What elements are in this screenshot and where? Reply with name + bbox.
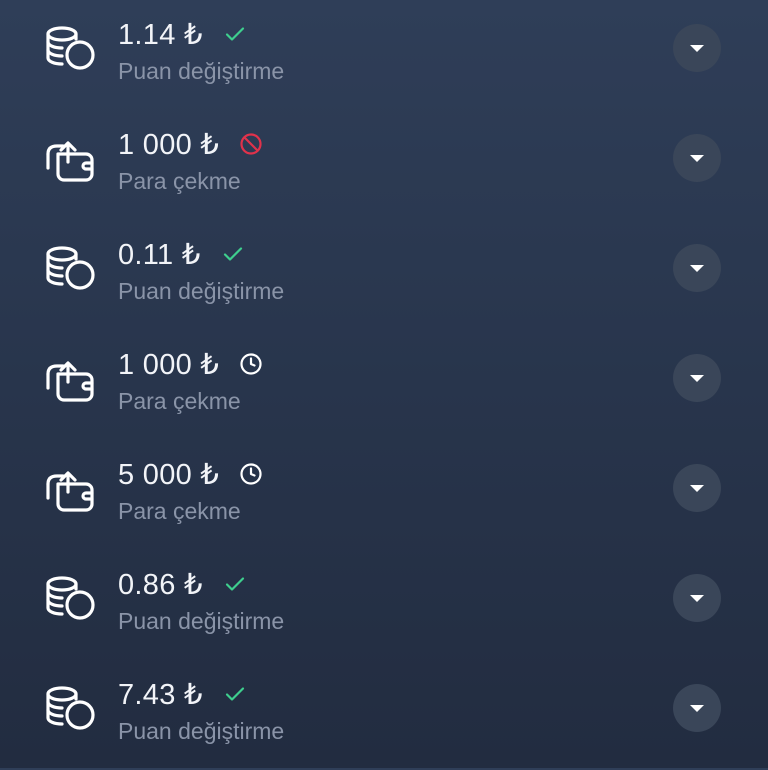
transaction-type: Puan değiştirme <box>118 278 285 304</box>
clock-icon <box>239 462 263 486</box>
transaction-amount: 0.86 ₺ <box>118 568 203 601</box>
expand-button[interactable] <box>673 244 721 292</box>
amount-row: 5 000 ₺ <box>118 454 263 494</box>
coins-icon <box>44 244 98 294</box>
transaction-item[interactable]: 5 000 ₺ Para çekme <box>0 440 768 550</box>
transaction-item[interactable]: 0.86 ₺ Puan değiştirme <box>0 550 768 660</box>
transaction-type: Para çekme <box>118 498 241 524</box>
transaction-amount: 5 000 ₺ <box>118 458 220 491</box>
transaction-item[interactable]: 7.43 ₺ Puan değiştirme <box>0 660 768 770</box>
wallet-withdraw-icon <box>44 354 98 404</box>
checkmark-icon <box>223 572 247 596</box>
transaction-type: Para çekme <box>118 168 241 194</box>
amount-row: 7.43 ₺ <box>118 674 247 714</box>
expand-button[interactable] <box>673 24 721 72</box>
amount-row: 0.11 ₺ <box>118 234 245 274</box>
coins-icon <box>44 24 98 74</box>
checkmark-icon <box>223 22 247 46</box>
amount-row: 1 000 ₺ <box>118 344 263 384</box>
coins-icon <box>44 574 98 624</box>
rejected-icon <box>239 132 263 156</box>
expand-button[interactable] <box>673 134 721 182</box>
transaction-amount: 7.43 ₺ <box>118 678 203 711</box>
transaction-amount: 0.11 ₺ <box>118 238 201 271</box>
amount-row: 0.86 ₺ <box>118 564 247 604</box>
wallet-withdraw-icon <box>44 134 98 184</box>
expand-button[interactable] <box>673 464 721 512</box>
expand-button[interactable] <box>673 684 721 732</box>
caret-down-icon <box>687 258 707 278</box>
transaction-type: Para çekme <box>118 388 241 414</box>
transaction-amount: 1 000 ₺ <box>118 128 220 161</box>
transaction-item[interactable]: 1 000 ₺ Para çekme <box>0 110 768 220</box>
amount-row: 1 000 ₺ <box>118 124 263 164</box>
checkmark-icon <box>223 682 247 706</box>
transaction-list: 1.14 ₺ Puan değiştirme 1 000 ₺ Para çekm… <box>0 0 768 768</box>
expand-button[interactable] <box>673 354 721 402</box>
transaction-item[interactable]: 1.14 ₺ Puan değiştirme <box>0 0 768 110</box>
coins-icon <box>44 684 98 734</box>
transaction-amount: 1.14 ₺ <box>118 18 203 51</box>
amount-row: 1.14 ₺ <box>118 14 247 54</box>
caret-down-icon <box>687 478 707 498</box>
transaction-type: Puan değiştirme <box>118 718 285 744</box>
caret-down-icon <box>687 588 707 608</box>
checkmark-icon <box>221 242 245 266</box>
expand-button[interactable] <box>673 574 721 622</box>
transaction-item[interactable]: 0.11 ₺ Puan değiştirme <box>0 220 768 330</box>
caret-down-icon <box>687 148 707 168</box>
transaction-item[interactable]: 1 000 ₺ Para çekme <box>0 330 768 440</box>
caret-down-icon <box>687 38 707 58</box>
transaction-type: Puan değiştirme <box>118 608 285 634</box>
caret-down-icon <box>687 698 707 718</box>
clock-icon <box>239 352 263 376</box>
wallet-withdraw-icon <box>44 464 98 514</box>
transaction-type: Puan değiştirme <box>118 58 285 84</box>
transaction-amount: 1 000 ₺ <box>118 348 220 381</box>
caret-down-icon <box>687 368 707 388</box>
